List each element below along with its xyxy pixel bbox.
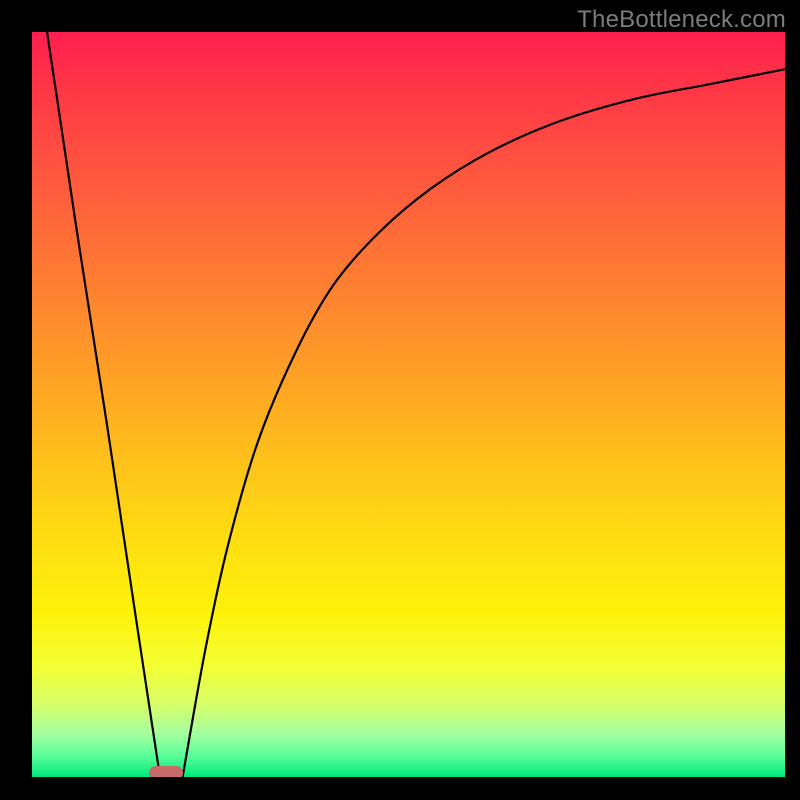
chart-frame: TheBottleneck.com [0,0,800,800]
plot-area [32,32,785,777]
optimal-range-marker [149,766,183,777]
curve-right-branch [183,69,785,777]
bottleneck-curve [32,32,785,777]
curve-left-branch [47,32,160,777]
watermark-text: TheBottleneck.com [577,6,786,34]
